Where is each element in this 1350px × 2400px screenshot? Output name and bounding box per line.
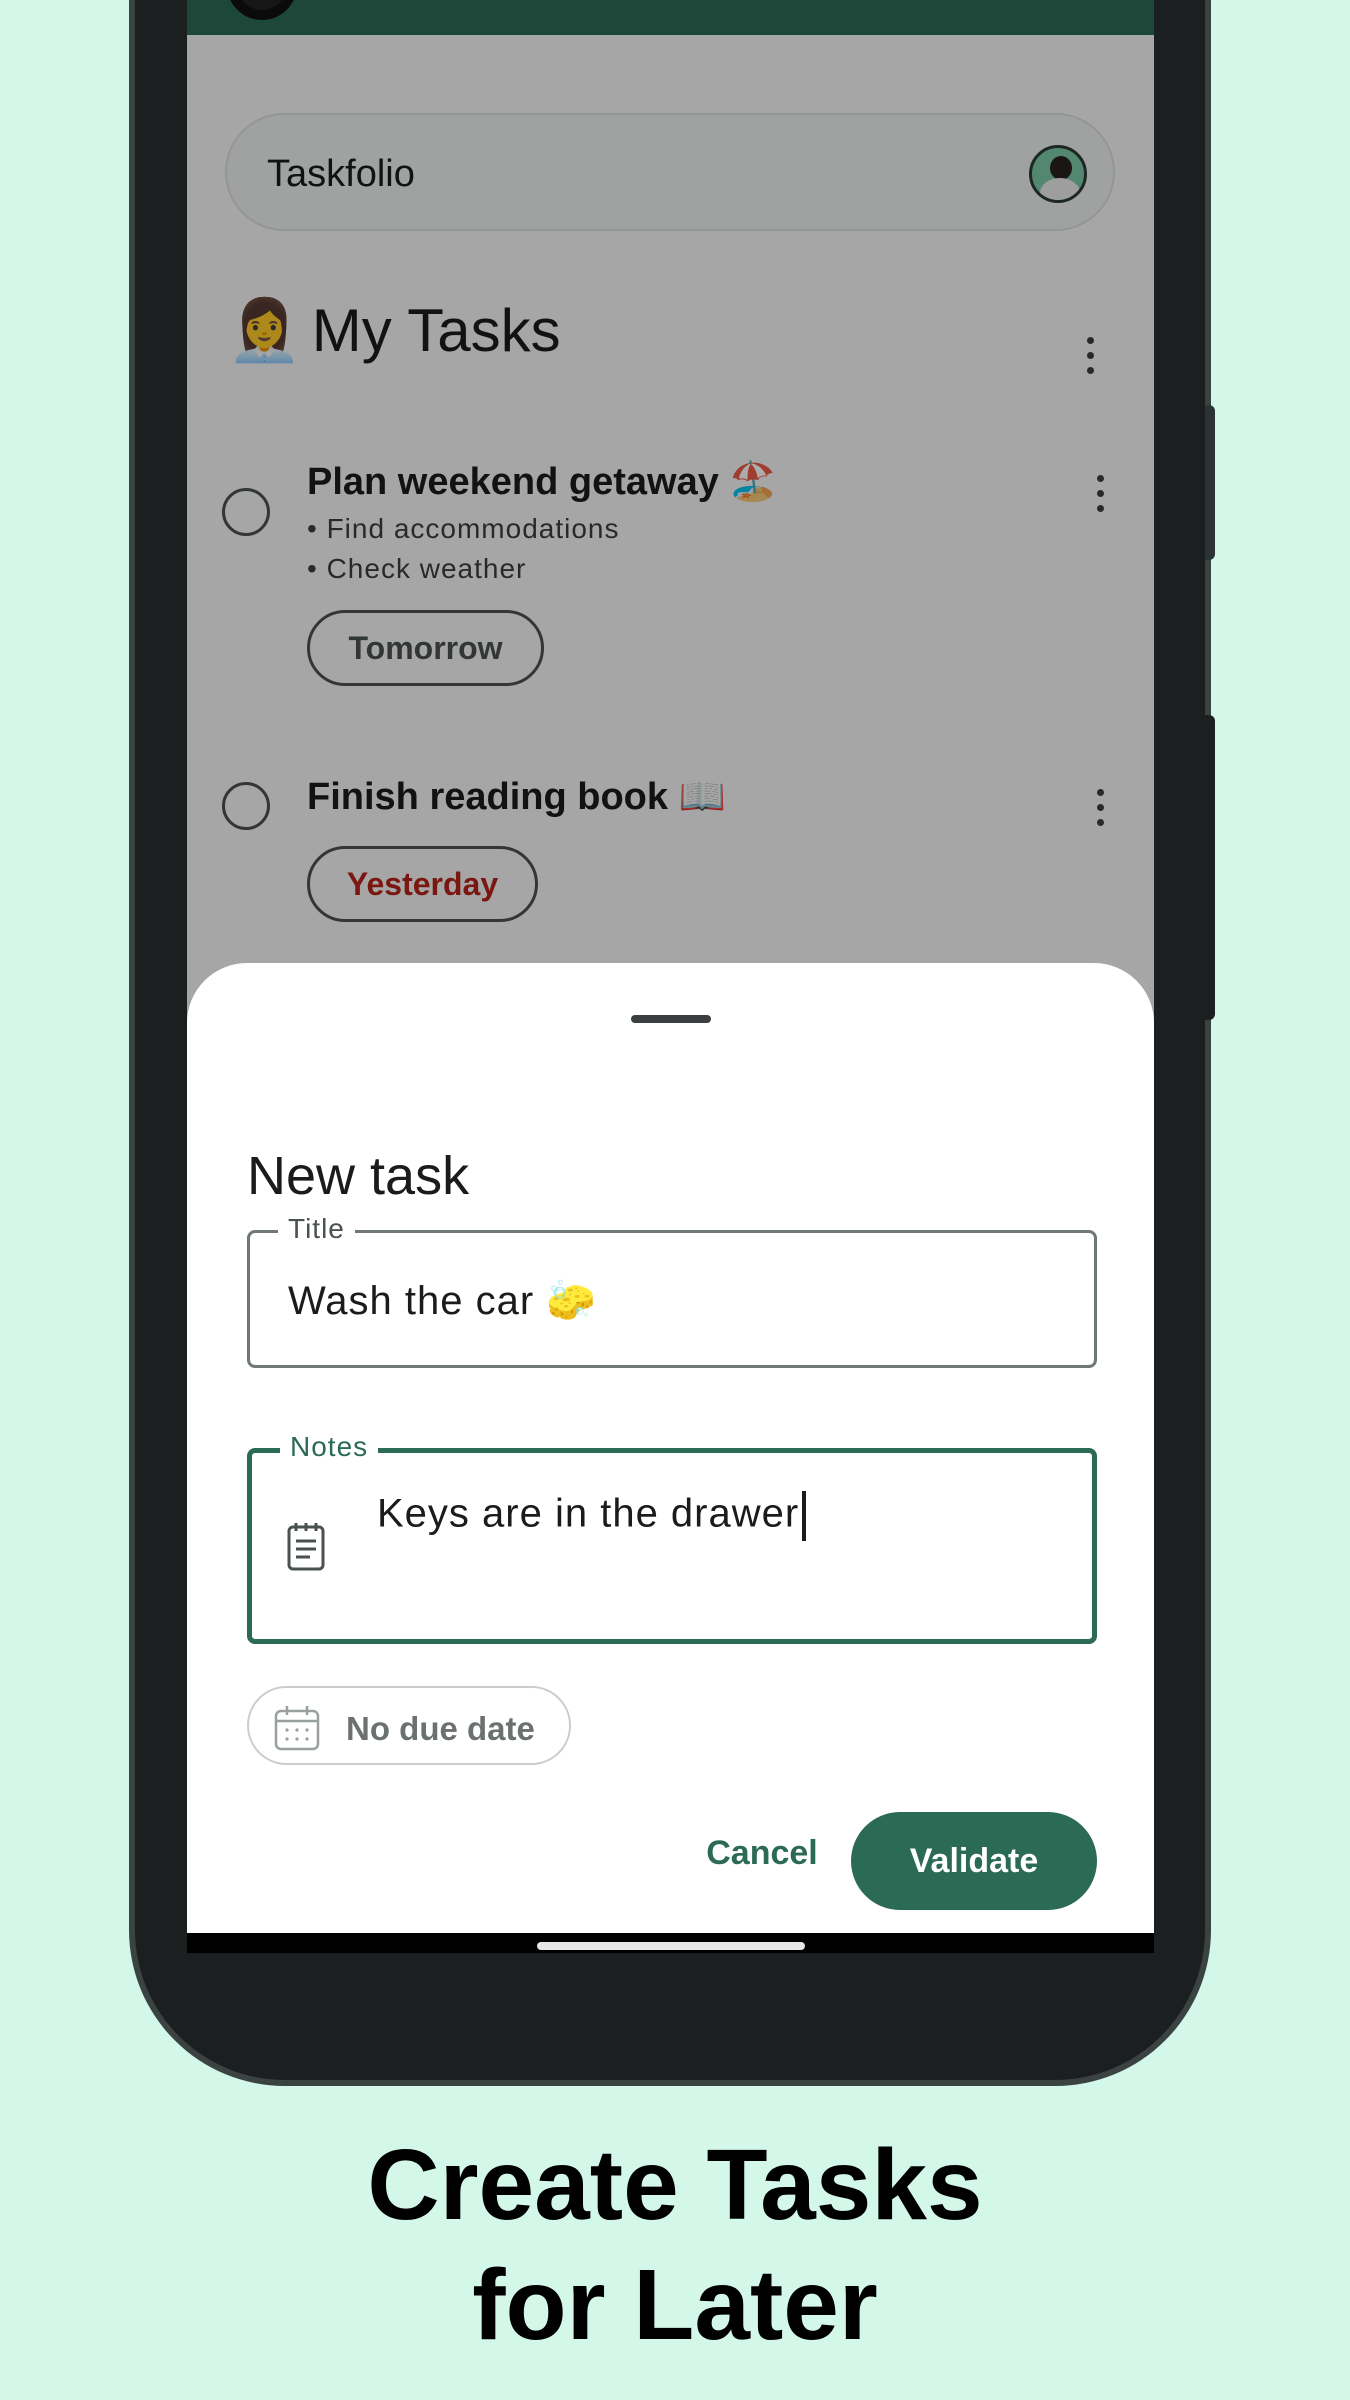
due-date-label: No due date [346,1710,535,1747]
notes-field-value[interactable]: Keys are in the drawer [377,1491,807,1541]
cancel-button[interactable]: Cancel [682,1823,842,1883]
promo-caption: Create Tasks for Later [0,2125,1350,2365]
phone-screen: Taskfolio 👩‍💼 My Tasks Plan weekend getaw… [187,0,1154,1953]
sheet-title: New task [247,1146,470,1206]
title-field-value[interactable]: Wash the car 🧽 [288,1277,597,1324]
due-date-button[interactable]: No due date [247,1686,571,1765]
notes-field[interactable]: Notes Keys are in the drawer [247,1431,1097,1644]
new-task-bottom-sheet: New task Title Wash the car 🧽 Notes Keys… [187,963,1154,1953]
text-caret [802,1491,807,1541]
drag-handle[interactable] [631,1015,711,1023]
validate-button[interactable]: Validate [851,1812,1097,1910]
power-button [1205,405,1215,560]
notes-field-label: Notes [280,1431,379,1463]
caption-line-1: Create Tasks [367,2129,983,2241]
notes-icon [287,1523,325,1571]
home-indicator[interactable] [537,1942,805,1950]
title-field[interactable]: Title Wash the car 🧽 [247,1213,1097,1368]
volume-button [1205,715,1215,1020]
notes-text: Keys are in the drawer [377,1491,800,1536]
title-field-label: Title [278,1213,355,1245]
caption-line-2: for Later [472,2249,878,2361]
calendar-icon [274,1706,320,1751]
